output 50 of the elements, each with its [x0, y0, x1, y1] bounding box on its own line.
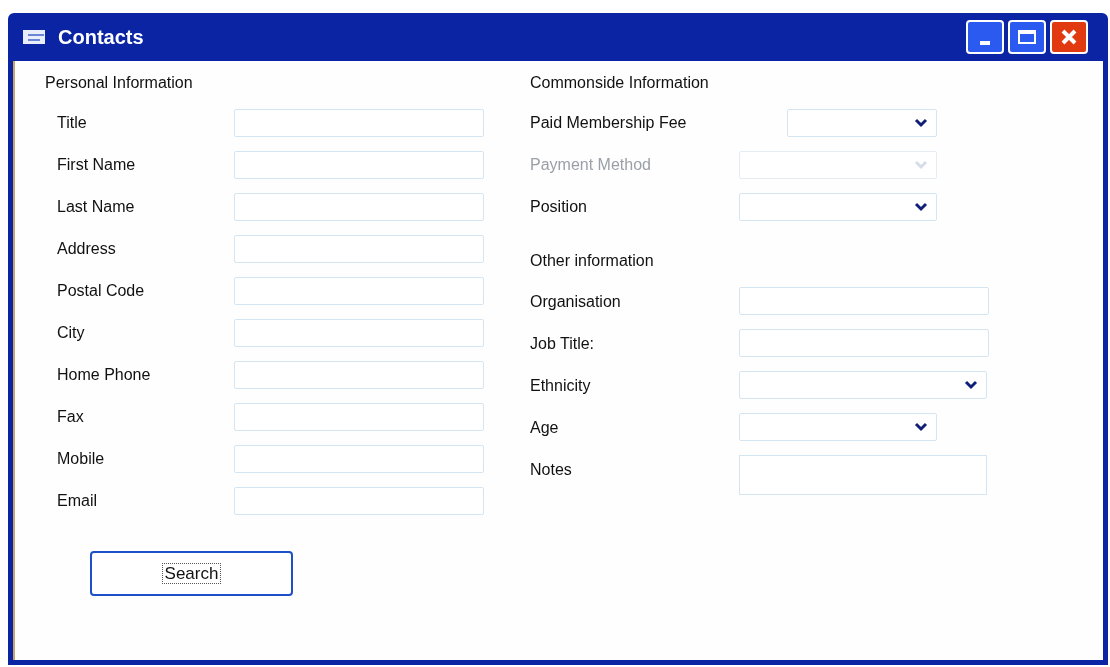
chevron-down-icon [964, 380, 978, 390]
dropdown-field[interactable] [787, 109, 937, 137]
dropdown-field[interactable] [739, 371, 987, 399]
field-label: Job Title: [530, 335, 595, 352]
field-label: Fax [57, 408, 84, 425]
input-field[interactable] [739, 329, 989, 357]
field-label: Paid Membership Fee [530, 114, 687, 131]
field-label: Payment Method [530, 156, 651, 173]
input-field[interactable] [234, 109, 484, 137]
section-heading: Personal Information [45, 73, 194, 93]
field-label: Email [57, 492, 97, 509]
field-label: Postal Code [57, 282, 145, 299]
dropdown-field[interactable] [739, 193, 937, 221]
field-label: Notes [530, 461, 572, 478]
chevron-down-icon [914, 160, 928, 170]
close-icon [1060, 28, 1078, 46]
input-field[interactable] [739, 287, 989, 315]
input-field[interactable] [234, 151, 484, 179]
field-label: Organisation [530, 293, 621, 310]
minimize-button[interactable] [966, 20, 1004, 54]
chevron-down-icon [914, 118, 928, 128]
field-label: City [57, 324, 85, 341]
window-title: Contacts [58, 25, 144, 50]
field-label: Home Phone [57, 366, 151, 383]
maximize-button[interactable] [1008, 20, 1046, 54]
app-icon [22, 28, 48, 46]
field-label: Last Name [57, 198, 135, 215]
close-button[interactable] [1050, 20, 1088, 54]
notes-field[interactable] [739, 455, 987, 495]
search-button[interactable]: Search [90, 551, 293, 596]
field-label: Ethnicity [530, 377, 591, 394]
section-heading: Other information [530, 251, 655, 271]
input-field[interactable] [234, 235, 484, 263]
input-field[interactable] [234, 487, 484, 515]
input-field[interactable] [234, 193, 484, 221]
dropdown-field[interactable] [739, 413, 937, 441]
chevron-down-icon [914, 202, 928, 212]
input-field[interactable] [234, 277, 484, 305]
field-label: Age [530, 419, 559, 436]
field-label: Address [57, 240, 116, 257]
input-field[interactable] [234, 445, 484, 473]
input-field[interactable] [234, 319, 484, 347]
section-heading: Commonside Information [530, 73, 710, 93]
field-label: Position [530, 198, 587, 215]
field-label: Title [57, 114, 87, 131]
input-field[interactable] [234, 361, 484, 389]
field-label: Mobile [57, 450, 105, 467]
chevron-down-icon [914, 422, 928, 432]
field-label: First Name [57, 156, 136, 173]
input-field[interactable] [234, 403, 484, 431]
